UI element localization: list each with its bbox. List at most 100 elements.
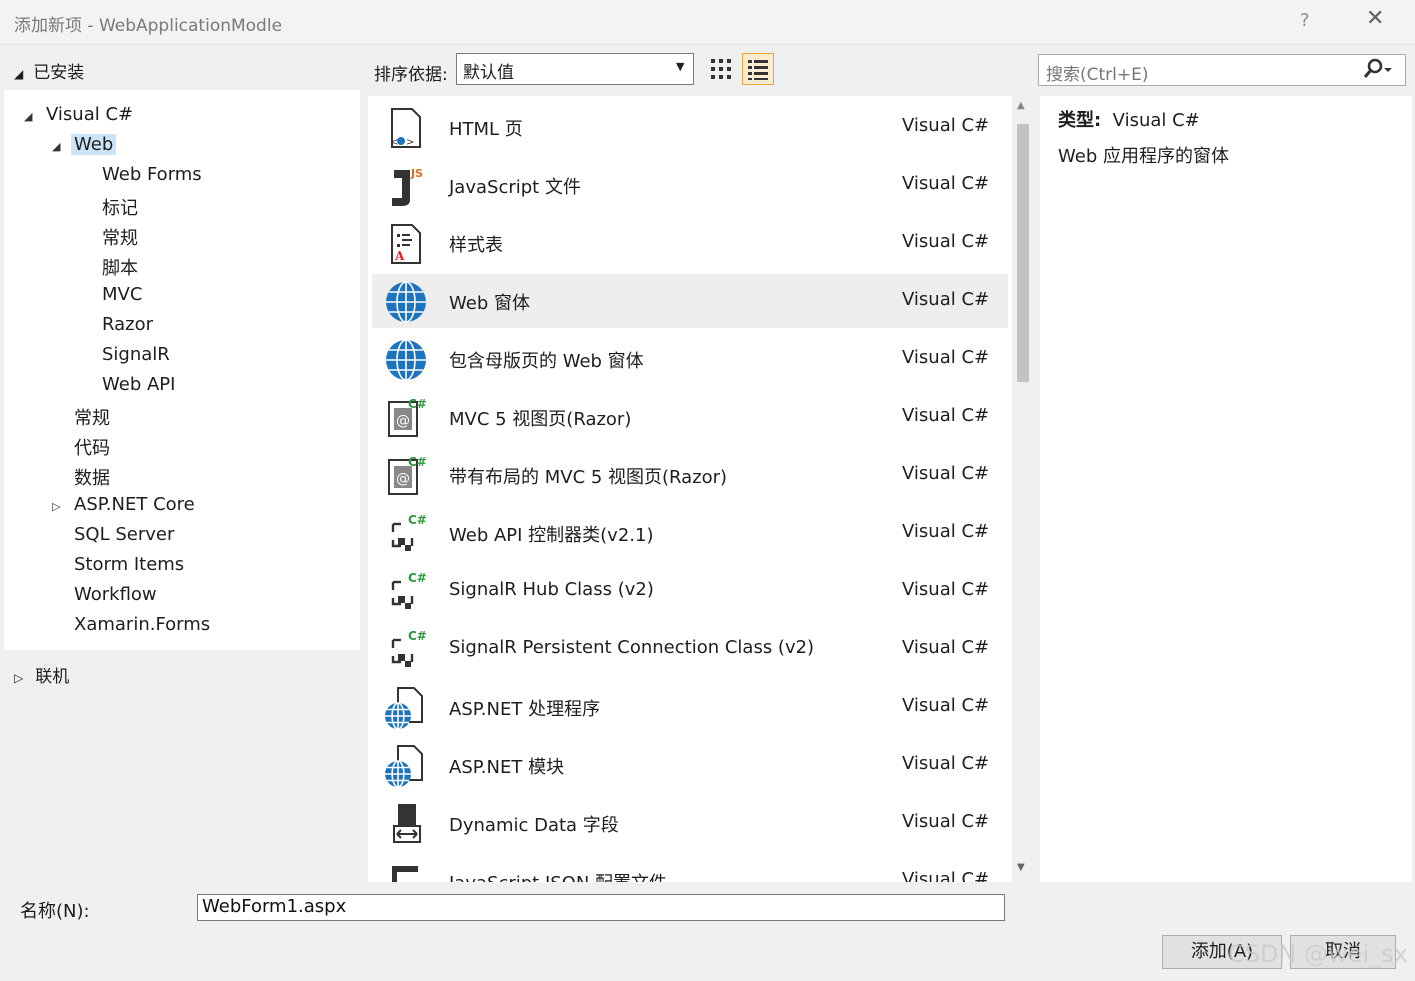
template-row[interactable]: C# Web API 控制器类(v2.1) Visual C# bbox=[372, 506, 1008, 560]
close-button[interactable]: ✕ bbox=[1366, 6, 1384, 31]
search-icon[interactable] bbox=[1362, 57, 1392, 83]
html-page-icon: < > bbox=[384, 106, 428, 150]
collapse-triangle-icon[interactable]: ◢ bbox=[24, 110, 32, 123]
sort-dropdown[interactable]: 默认值 bbox=[456, 53, 694, 85]
collapse-triangle-icon: ◢ bbox=[14, 67, 24, 81]
template-row[interactable]: JavaScript JSON 配置文件 Visual C# bbox=[372, 854, 1008, 882]
tree-item-label: Web API bbox=[102, 374, 176, 395]
tree-item-label: ASP.NET Core bbox=[74, 494, 195, 515]
template-language: Visual C# bbox=[902, 811, 990, 832]
csharp-class-icon: C# bbox=[384, 512, 428, 556]
template-row[interactable]: @ C# 带有布局的 MVC 5 视图页(Razor) Visual C# bbox=[372, 448, 1008, 502]
tree-item[interactable]: Visual C# bbox=[46, 104, 133, 125]
tree-item[interactable]: Web API bbox=[102, 374, 175, 395]
search-input[interactable]: 搜索(Ctrl+E) bbox=[1038, 54, 1406, 86]
razor-view-icon: @ C# bbox=[384, 396, 428, 440]
grid-view-icon[interactable] bbox=[710, 58, 732, 80]
web-form-icon bbox=[384, 280, 428, 324]
template-name: ASP.NET 处理程序 bbox=[449, 699, 601, 720]
svg-text:@: @ bbox=[396, 413, 410, 429]
tree-item[interactable]: SQL Server bbox=[74, 524, 174, 545]
sort-value: 默认值 bbox=[463, 63, 514, 83]
tree-item[interactable]: Xamarin.Forms bbox=[74, 614, 210, 635]
list-view-icon[interactable] bbox=[742, 53, 774, 85]
template-name: ASP.NET 模块 bbox=[449, 757, 565, 778]
tree-item-label: 数据 bbox=[74, 468, 110, 489]
template-name: JavaScript JSON 配置文件 bbox=[449, 869, 667, 882]
template-row[interactable]: @ C# MVC 5 视图页(Razor) Visual C# bbox=[372, 390, 1008, 444]
name-label: 名称(N): bbox=[20, 901, 90, 922]
template-row[interactable]: ASP.NET 处理程序 Visual C# bbox=[372, 680, 1008, 734]
name-field[interactable]: WebForm1.aspx bbox=[197, 894, 1005, 921]
template-language: Visual C# bbox=[902, 637, 990, 658]
template-row[interactable]: Web 窗体 Visual C# bbox=[372, 274, 1008, 328]
template-name: SignalR Persistent Connection Class (v2) bbox=[449, 637, 815, 658]
tree-item-label: MVC bbox=[102, 284, 143, 305]
online-section-header[interactable]: ▷ 联机 bbox=[14, 662, 69, 687]
expand-triangle-icon[interactable]: ▷ bbox=[52, 500, 60, 513]
tree-item[interactable]: 常规 bbox=[74, 404, 110, 430]
svg-text:C#: C# bbox=[408, 397, 427, 411]
tree-item[interactable]: 数据 bbox=[74, 464, 110, 490]
aspnet-handler-icon bbox=[384, 686, 428, 730]
svg-text:C#: C# bbox=[408, 571, 427, 585]
tree-item[interactable]: 标记 bbox=[102, 194, 138, 220]
template-row[interactable]: Dynamic Data 字段 Visual C# bbox=[372, 796, 1008, 850]
tree-item[interactable]: ASP.NET Core bbox=[74, 494, 195, 515]
template-row[interactable]: C# SignalR Hub Class (v2) Visual C# bbox=[372, 564, 1008, 618]
template-language: Visual C# bbox=[902, 753, 990, 774]
tree-item[interactable]: 常规 bbox=[102, 224, 138, 250]
template-language: Visual C# bbox=[902, 579, 990, 600]
window-title: 添加新项 - WebApplicationModle bbox=[14, 16, 283, 36]
tree-item[interactable]: Storm Items bbox=[74, 554, 184, 575]
tree-item[interactable]: MVC bbox=[102, 284, 142, 305]
tree-item-label: Storm Items bbox=[74, 554, 185, 575]
template-language: Visual C# bbox=[902, 347, 990, 368]
tree-item[interactable]: SignalR bbox=[102, 344, 170, 365]
tree-item-label: 代码 bbox=[74, 438, 110, 459]
sort-label: 排序依据: bbox=[374, 65, 448, 85]
type-info: 类型: Visual C# bbox=[1058, 106, 1200, 132]
tree-item[interactable]: Razor bbox=[102, 314, 153, 335]
tree-item-label: 常规 bbox=[102, 228, 138, 249]
collapse-triangle-icon[interactable]: ◢ bbox=[52, 140, 60, 153]
razor-view-icon: @ C# bbox=[384, 454, 428, 498]
tree-item-label: SQL Server bbox=[74, 524, 175, 545]
template-row[interactable]: ASP.NET 模块 Visual C# bbox=[372, 738, 1008, 792]
scroll-thumb[interactable] bbox=[1017, 124, 1029, 382]
category-tree: Visual C# ◢ Web ◢ Web Forms 标记 常规 脚本 MVC Razor Sig… bbox=[4, 90, 360, 650]
tree-item-label: Visual C# bbox=[46, 104, 134, 125]
tree-item[interactable]: 代码 bbox=[74, 434, 110, 460]
tree-item-label: 脚本 bbox=[102, 258, 138, 279]
template-language: Visual C# bbox=[902, 173, 990, 194]
help-button[interactable]: ? bbox=[1300, 10, 1310, 31]
template-name: 包含母版页的 Web 窗体 bbox=[449, 351, 644, 372]
template-language: Visual C# bbox=[902, 231, 990, 252]
svg-text:C#: C# bbox=[408, 513, 427, 527]
svg-text:JS: JS bbox=[410, 167, 423, 180]
scroll-down-icon[interactable]: ▼ bbox=[1017, 862, 1025, 873]
template-name: Dynamic Data 字段 bbox=[449, 815, 619, 836]
template-name: Web 窗体 bbox=[449, 293, 530, 314]
template-name: Web API 控制器类(v2.1) bbox=[449, 525, 654, 546]
svg-text:C#: C# bbox=[408, 455, 427, 469]
tree-item[interactable]: Web bbox=[71, 134, 117, 155]
template-language: Visual C# bbox=[902, 521, 990, 542]
template-row[interactable]: 包含母版页的 Web 窗体 Visual C# bbox=[372, 332, 1008, 386]
expand-triangle-icon: ▷ bbox=[14, 671, 24, 685]
installed-section-header[interactable]: ◢ 已安装 bbox=[14, 58, 84, 83]
template-name: MVC 5 视图页(Razor) bbox=[449, 409, 632, 430]
scroll-up-icon[interactable]: ▲ bbox=[1017, 100, 1025, 111]
template-row[interactable]: A 样式表 Visual C# bbox=[372, 216, 1008, 270]
template-row[interactable]: C# SignalR Persistent Connection Class (v… bbox=[372, 622, 1008, 676]
template-language: Visual C# bbox=[902, 869, 990, 882]
template-list: < > HTML 页 Visual C# JS JavaScript 文件 Visual C… bbox=[368, 96, 1012, 882]
template-row[interactable]: JS JavaScript 文件 Visual C# bbox=[372, 158, 1008, 212]
details-panel bbox=[1040, 96, 1412, 882]
tree-item[interactable]: Web Forms bbox=[102, 164, 202, 185]
template-row[interactable]: < > HTML 页 Visual C# bbox=[372, 100, 1008, 154]
aspnet-handler-icon bbox=[384, 744, 428, 788]
tree-item[interactable]: 脚本 bbox=[102, 254, 138, 280]
tree-item-label: 标记 bbox=[102, 198, 138, 219]
tree-item[interactable]: Workflow bbox=[74, 584, 157, 605]
